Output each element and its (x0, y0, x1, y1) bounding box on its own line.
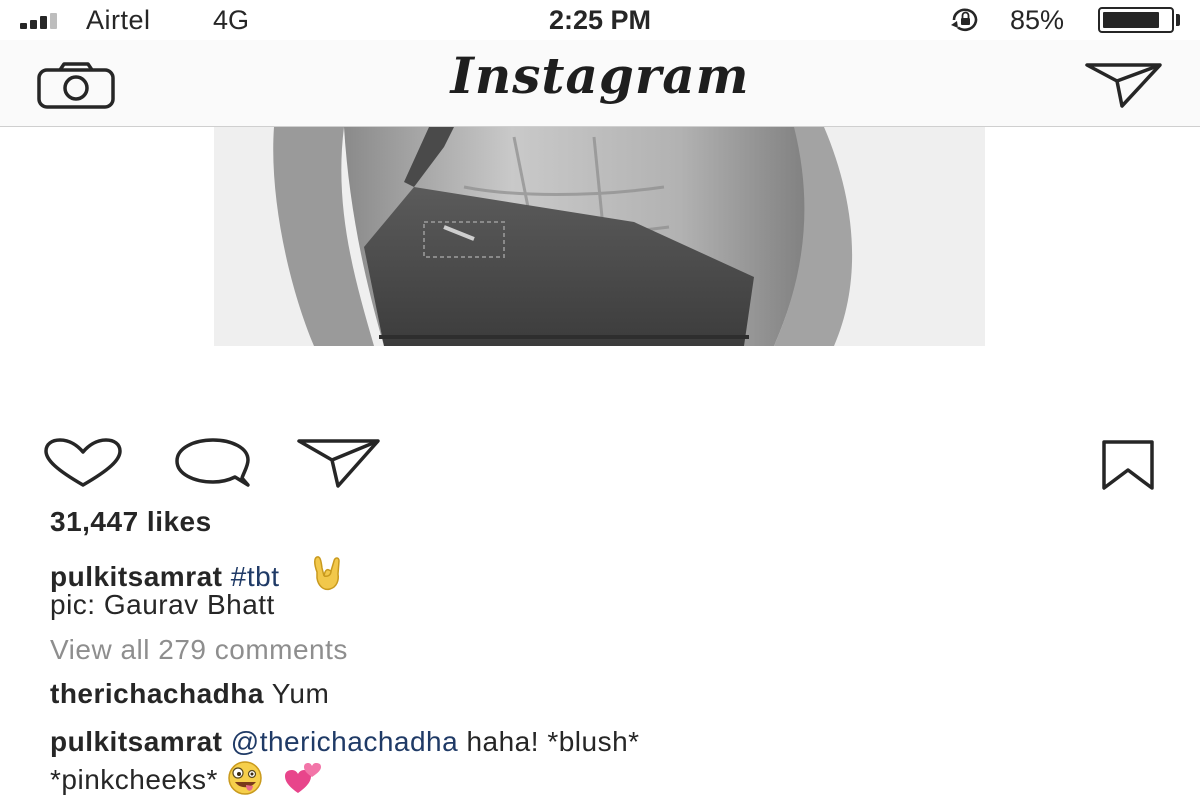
post-caption: pulkitsamrat #tbt (50, 554, 346, 594)
view-all-comments-link[interactable]: View all 279 comments (50, 634, 348, 666)
battery-level-fill (1103, 12, 1160, 28)
rock-on-hand-emoji (313, 556, 340, 591)
comment-text: haha! *blush* (466, 726, 640, 757)
comment-item: therichachadha Yum (50, 678, 329, 710)
comment-icon[interactable] (172, 438, 252, 488)
battery-tip (1176, 14, 1180, 26)
comment-item: pulkitsamrat @therichachadha haha! *blus… (50, 724, 640, 797)
post-action-bar (0, 430, 1200, 490)
likes-count[interactable]: 31,447 likes (50, 506, 212, 538)
battery-icon (1098, 7, 1174, 33)
comment-mention[interactable]: @therichachadha (231, 726, 458, 757)
comment-line-2: *pinkcheeks* (50, 759, 640, 797)
caption-photo-credit: pic: Gaurav Bhatt (50, 589, 275, 620)
status-bar: Airtel 4G 2:25 PM 85% (0, 0, 1200, 40)
direct-message-icon[interactable] (1084, 60, 1164, 110)
comment-text: Yum (271, 678, 330, 709)
top-navigation-bar: Instagram (0, 40, 1200, 127)
post-photo[interactable] (214, 127, 985, 346)
zany-face-emoji (228, 761, 262, 795)
two-hearts-emoji (285, 763, 322, 793)
comment-line-1: pulkitsamrat @therichachadha haha! *blus… (50, 724, 640, 759)
bookmark-icon[interactable] (1096, 438, 1160, 492)
caption-hashtag[interactable]: #tbt (231, 561, 280, 592)
caption-username[interactable]: pulkitsamrat (50, 561, 223, 592)
share-icon[interactable] (296, 436, 382, 490)
instagram-logo: Instagram (450, 46, 750, 105)
battery-percent: 85% (1010, 5, 1065, 35)
heart-icon[interactable] (42, 438, 124, 488)
comment-username[interactable]: therichachadha (50, 678, 264, 709)
comment-username[interactable]: pulkitsamrat (50, 726, 223, 757)
orientation-lock-icon (951, 8, 978, 32)
comment-text-continued: *pinkcheeks* (50, 764, 218, 795)
